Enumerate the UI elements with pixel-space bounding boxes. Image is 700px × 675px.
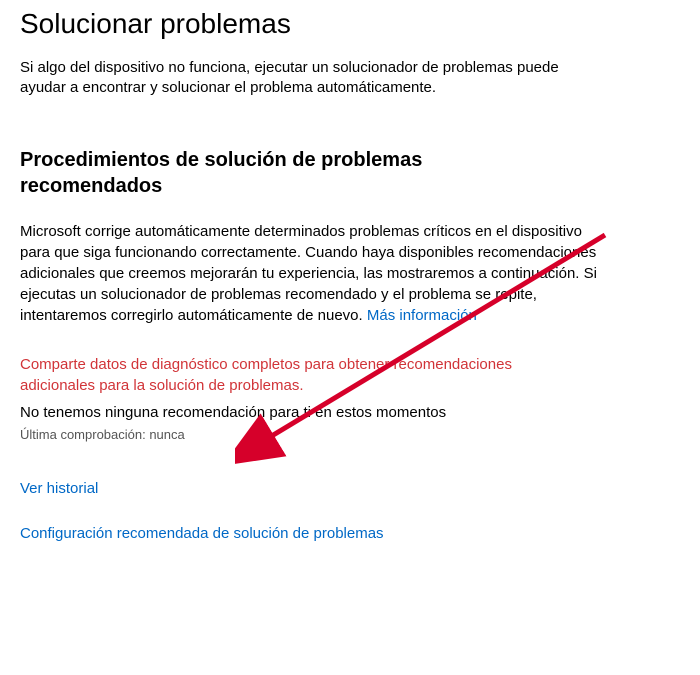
intro-text: Si algo del dispositivo no funciona, eje… <box>20 58 570 99</box>
more-info-link[interactable]: Más información <box>367 307 477 324</box>
recommended-body: Microsoft corrige automáticamente determ… <box>20 221 600 326</box>
view-history-link[interactable]: Ver historial <box>20 480 680 497</box>
page-title: Solucionar problemas <box>20 8 680 40</box>
recommended-body-text: Microsoft corrige automáticamente determ… <box>20 223 597 324</box>
last-check-text: Última comprobación: nunca <box>20 427 680 442</box>
share-diagnostics-link[interactable]: Comparte datos de diagnóstico completos … <box>20 354 580 396</box>
no-recommendations-text: No tenemos ninguna recomendación para ti… <box>20 404 680 421</box>
recommended-config-link[interactable]: Configuración recomendada de solución de… <box>20 525 680 542</box>
recommended-heading: Procedimientos de solución de problemas … <box>20 147 520 199</box>
